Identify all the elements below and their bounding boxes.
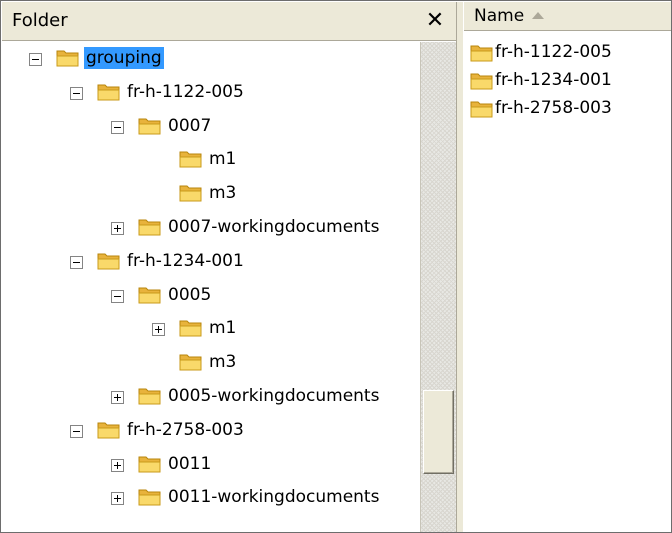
collapse-icon[interactable] bbox=[111, 289, 124, 303]
tree-node-label: 0011-workingdocuments bbox=[168, 487, 380, 508]
explorer-window: Folder ✕ grouping fr-h-1122-005 0007 m1 m3 00… bbox=[0, 0, 672, 533]
list-item-label: fr-h-1234-001 bbox=[495, 70, 612, 90]
folder-icon bbox=[138, 217, 162, 237]
tree-node[interactable]: m1 bbox=[2, 143, 420, 176]
folder-icon bbox=[97, 251, 121, 271]
tree-node[interactable]: m3 bbox=[2, 346, 420, 379]
folder-icon bbox=[179, 149, 203, 169]
expand-icon[interactable] bbox=[111, 391, 124, 404]
tree-node[interactable]: m3 bbox=[2, 177, 420, 210]
folder-icon bbox=[179, 183, 203, 203]
file-list-pane: Name fr-h-1122-005 fr-h-1234-001 fr-h-2758… bbox=[464, 2, 671, 532]
collapse-icon[interactable] bbox=[70, 86, 83, 100]
folder-icon bbox=[470, 99, 494, 119]
tree-node[interactable]: 0005 bbox=[2, 279, 420, 312]
tree-node-label: 0005-workingdocuments bbox=[168, 386, 380, 406]
folder-icon bbox=[179, 318, 203, 338]
tree-node[interactable]: grouping bbox=[2, 42, 420, 75]
tree-node[interactable]: 0007 bbox=[2, 110, 420, 143]
tree-node[interactable]: 0011 bbox=[2, 448, 420, 481]
tree-node[interactable]: 0007-workingdocuments bbox=[2, 211, 420, 244]
sort-ascending-icon bbox=[532, 12, 544, 19]
tree-node-label: 0007 bbox=[168, 115, 212, 136]
folder-pane: Folder ✕ grouping fr-h-1122-005 0007 m1 m3 00… bbox=[2, 2, 456, 532]
tree-node-label: fr-h-2758-003 bbox=[127, 419, 244, 440]
tree-node[interactable]: m1 bbox=[2, 312, 420, 345]
collapse-icon[interactable] bbox=[70, 255, 83, 269]
list-item[interactable]: fr-h-1122-005 bbox=[464, 40, 671, 66]
tree-node-label: grouping bbox=[84, 47, 164, 69]
tree-node[interactable]: 0011-workingdocuments bbox=[2, 481, 420, 514]
tree-node[interactable]: fr-h-1122-005 bbox=[2, 76, 420, 109]
name-column-label: Name bbox=[474, 6, 525, 26]
name-column-header[interactable]: Name bbox=[464, 2, 671, 31]
tree-node-label: 0007-workingdocuments bbox=[168, 217, 380, 237]
list-item-label: fr-h-1122-005 bbox=[495, 42, 612, 62]
tree-node[interactable]: 0005-workingdocuments bbox=[2, 380, 420, 413]
pane-splitter[interactable] bbox=[456, 2, 464, 532]
close-icon: ✕ bbox=[425, 7, 445, 33]
folder-icon bbox=[470, 71, 494, 91]
folder-icon bbox=[138, 487, 162, 507]
folder-icon bbox=[179, 352, 203, 372]
folder-pane-header: Folder ✕ bbox=[2, 2, 456, 41]
expand-icon[interactable] bbox=[111, 458, 124, 472]
tree-node[interactable]: fr-h-1234-001 bbox=[2, 245, 420, 278]
list-item-label: fr-h-2758-003 bbox=[495, 98, 612, 118]
close-button[interactable]: ✕ bbox=[420, 5, 450, 35]
collapse-icon[interactable] bbox=[29, 53, 42, 66]
tree-node-label: 0005 bbox=[168, 284, 212, 305]
folder-icon bbox=[97, 420, 121, 440]
tree-node-label: 0011 bbox=[168, 453, 212, 474]
folder-icon bbox=[56, 48, 80, 68]
folder-icon bbox=[138, 285, 162, 305]
folder-tree: grouping fr-h-1122-005 0007 m1 m3 0007-workin… bbox=[2, 42, 420, 532]
tree-node-label: fr-h-1122-005 bbox=[127, 81, 244, 102]
tree-node-label: m3 bbox=[209, 352, 237, 373]
folder-icon bbox=[470, 43, 494, 63]
tree-node-label: fr-h-1234-001 bbox=[127, 250, 244, 271]
expand-icon[interactable] bbox=[111, 222, 124, 235]
expand-icon[interactable] bbox=[152, 323, 165, 337]
tree-node-label: m1 bbox=[209, 318, 237, 339]
folder-icon bbox=[138, 454, 162, 474]
scrollbar-thumb[interactable] bbox=[423, 390, 454, 474]
expand-icon[interactable] bbox=[111, 492, 124, 506]
folder-icon bbox=[97, 82, 121, 102]
collapse-icon[interactable] bbox=[111, 120, 124, 134]
tree-node[interactable]: fr-h-2758-003 bbox=[2, 414, 420, 447]
vertical-scrollbar[interactable] bbox=[420, 42, 456, 532]
folder-icon bbox=[138, 386, 162, 406]
list-item[interactable]: fr-h-1234-001 bbox=[464, 68, 671, 94]
tree-node-label: m1 bbox=[209, 149, 237, 170]
folder-icon bbox=[138, 116, 162, 136]
list-item[interactable]: fr-h-2758-003 bbox=[464, 96, 671, 122]
folder-pane-title: Folder bbox=[12, 10, 68, 31]
collapse-icon[interactable] bbox=[70, 424, 83, 438]
tree-node-label: m3 bbox=[209, 183, 237, 204]
